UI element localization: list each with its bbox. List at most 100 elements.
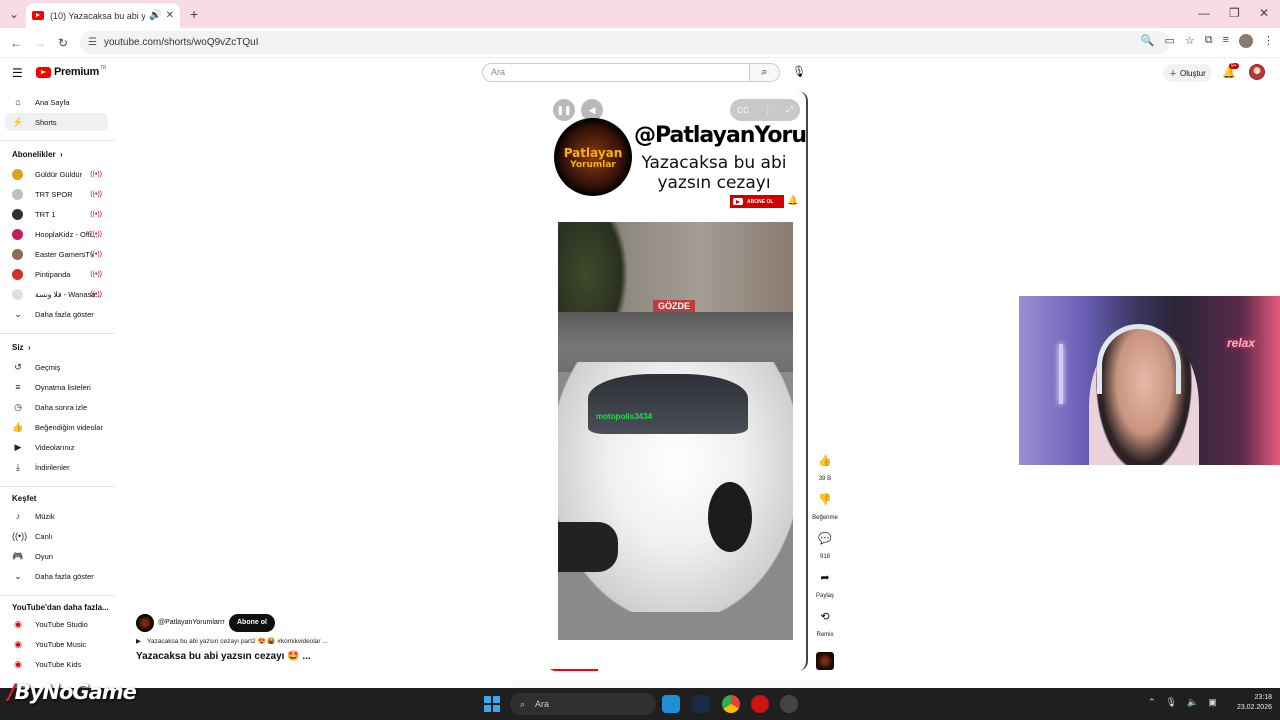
url-field[interactable]: ☰ youtube.com/shorts/woQ9vZcTQuI (80, 31, 1170, 54)
chevron-up-icon[interactable]: ⌃ (1148, 697, 1156, 708)
pause-button[interactable]: ❚❚ (553, 99, 575, 121)
video-watermark: motopolis3434 (596, 412, 653, 421)
sidebar-item-history[interactable]: ↺ Geçmiş (5, 358, 108, 376)
mic-icon[interactable]: 🎙 (1166, 697, 1177, 708)
like-button[interactable]: 👍 (811, 452, 839, 470)
windshield (588, 374, 748, 434)
youtube-premium-logo[interactable]: Premium TR (36, 65, 106, 78)
logo-text: Premium (54, 66, 99, 78)
network-icon[interactable]: ▣ (1208, 697, 1217, 708)
dislike-button[interactable]: 👎 (811, 491, 839, 509)
opera-app-icon[interactable] (751, 695, 769, 713)
tab-close-icon[interactable]: ✕ (166, 10, 174, 21)
zoom-icon[interactable]: 🔍 (1141, 34, 1155, 48)
bookmark-star-icon[interactable]: ☆ (1185, 34, 1195, 48)
minimize-icon[interactable]: — (1198, 6, 1210, 20)
browser-toolbar: 🔍 ▭ ☆ ⧉ ≡ ⋮ (1141, 34, 1274, 48)
new-tab-icon[interactable]: + (190, 6, 198, 22)
sidebar-item-watch-later[interactable]: ◷ Daha sonra izle (5, 398, 108, 416)
captions-icon[interactable]: CC (737, 106, 749, 115)
remix-label: Remix (816, 632, 834, 638)
channel-handle[interactable]: @PatlayanYorumlarrr (158, 619, 225, 626)
video-title[interactable]: Yazacaksa bu abi yazsın cezayı 🤩 ... (136, 651, 311, 662)
overlay-caption-line1: Yazacaksa bu abi (641, 153, 787, 173)
extensions-icon[interactable]: ⧉ (1205, 34, 1213, 48)
comments-button[interactable]: 💬 (811, 530, 839, 548)
you-header[interactable]: Siz › (12, 343, 31, 352)
speaker-icon[interactable]: 🔊 (149, 10, 161, 21)
tab-menu-icon[interactable]: ⌄ (9, 7, 19, 21)
channel-avatar (12, 268, 23, 280)
taskbar-search[interactable]: ⌕ Ara (510, 693, 656, 715)
browser-menu-icon[interactable]: ⋮ (1263, 34, 1274, 48)
edge-app-icon[interactable] (662, 695, 680, 713)
youtube-music-icon: ◉ (14, 638, 22, 649)
sidebar-sub-item[interactable]: Pintipanda ((•)) (5, 265, 108, 283)
reload-icon[interactable]: ↻ (58, 36, 68, 50)
sidebar-item-label: Müzik (35, 511, 55, 521)
remix-button[interactable]: ⟲ (811, 608, 839, 626)
sidebar-item-kids[interactable]: ◉ YouTube Kids (5, 655, 108, 673)
sidebar-item-downloads[interactable]: ⤓ İndirilenler (5, 458, 108, 476)
sidebar-item-playlists[interactable]: ≡ Oynatma listeleri (5, 378, 108, 396)
chrome-app-icon[interactable] (722, 695, 740, 713)
sidebar-item-liked[interactable]: 👍 Beğendiğim videolar (5, 418, 108, 436)
forward-icon[interactable]: → (34, 36, 46, 50)
clock-icon: ◷ (14, 401, 22, 412)
steam-app-icon[interactable] (692, 695, 710, 713)
sidebar-item-music-app[interactable]: ◉ YouTube Music (5, 635, 108, 653)
create-button[interactable]: ＋ Oluştur (1163, 64, 1212, 82)
sidebar-item-live[interactable]: ((•)) Canlı (5, 527, 108, 545)
short-player[interactable]: ❚❚ ◀ CC ⋮ ⤢ Patlayan Yorumlar @PatlayanY… (546, 91, 808, 671)
window-close-icon[interactable]: ✕ (1259, 6, 1269, 20)
voice-search-icon[interactable]: 🎙 (792, 65, 806, 78)
subscriptions-header[interactable]: Abonelikler › (12, 150, 63, 159)
media-control-icon[interactable]: ≡ (1223, 34, 1229, 48)
taskbar-clock[interactable]: 23:18 23.02.2026 (1228, 693, 1272, 713)
progress-bar[interactable] (546, 669, 598, 671)
channel-avatar[interactable] (136, 614, 154, 632)
video-icon: ▶ (14, 441, 22, 452)
subs-show-more[interactable]: ⌄ Daha fazla göster (5, 305, 108, 323)
share-button[interactable]: ➦ (811, 569, 839, 587)
app-icon[interactable] (780, 695, 798, 713)
sidebar-sub-item[interactable]: فلا ونسة - Wanasa... ((•)) (5, 285, 108, 303)
account-avatar[interactable] (1249, 64, 1265, 80)
video-description-row[interactable]: ▶ Yazacaksa bu abi yazsın cezayı part2 😍… (136, 637, 328, 645)
channel-audio-avatar[interactable] (816, 652, 834, 670)
sidebar-item-shorts[interactable]: ⚡ Shorts (5, 113, 108, 131)
like-count: 39 B (818, 476, 832, 482)
speaker-icon[interactable]: 🔈 (1187, 697, 1198, 708)
sidebar-sub-item[interactable]: TRT 1 ((•)) (5, 205, 108, 223)
search-input[interactable]: Ara (482, 63, 750, 82)
more-from-youtube-header: YouTube'dan daha fazla... (12, 603, 109, 612)
restore-icon[interactable]: ❐ (1229, 6, 1240, 20)
subscribe-button[interactable]: Abone ol (229, 614, 275, 632)
sidebar-item-studio[interactable]: ◉ YouTube Studio (5, 615, 108, 633)
sidebar-item-label: Daha sonra izle (35, 402, 88, 412)
fullscreen-icon[interactable]: ⤢ (786, 105, 792, 115)
search-button[interactable]: ⌕ (750, 63, 780, 82)
site-info-icon[interactable]: ☰ (88, 31, 97, 54)
sidebar-item-your-videos[interactable]: ▶ Videolarınız (5, 438, 108, 456)
sidebar-item-gaming[interactable]: 🎮 Oyun (5, 547, 108, 565)
sidebar-sub-item[interactable]: Güldür Güldür ((•)) (5, 165, 108, 183)
profile-avatar[interactable] (1239, 34, 1253, 48)
more-options-icon[interactable]: ⋮ (764, 106, 772, 115)
hamburger-menu-icon[interactable]: ☰ (12, 66, 23, 80)
remix-icon: ⟲ (820, 611, 830, 623)
divider (0, 486, 115, 487)
sidebar-item-music[interactable]: ♪ Müzik (5, 507, 108, 525)
sidebar-sub-item[interactable]: TRT SPOR ((•)) (5, 185, 108, 203)
sidebar-sub-item[interactable]: HooplaKidz - Offi... ((•)) (5, 225, 108, 243)
back-icon[interactable]: ← (10, 36, 22, 50)
explore-show-more[interactable]: ⌄ Daha fazla göster (5, 567, 108, 585)
sidebar-sub-item[interactable]: Easter GamersTv ((•)) (5, 245, 108, 263)
notifications-icon[interactable]: 🔔 9+ (1222, 63, 1239, 79)
cast-icon[interactable]: ▭ (1164, 34, 1174, 48)
logo-line2: Yorumlar (570, 160, 616, 170)
browser-tab[interactable]: (10) Yazacaksa bu abi yazsın cezayı 🔊 ✕ (26, 3, 180, 28)
sidebar-item-label: Ana Sayfa (35, 97, 70, 107)
windows-start-button[interactable] (484, 696, 500, 712)
sidebar-item-home[interactable]: ⌂ Ana Sayfa (5, 93, 108, 111)
